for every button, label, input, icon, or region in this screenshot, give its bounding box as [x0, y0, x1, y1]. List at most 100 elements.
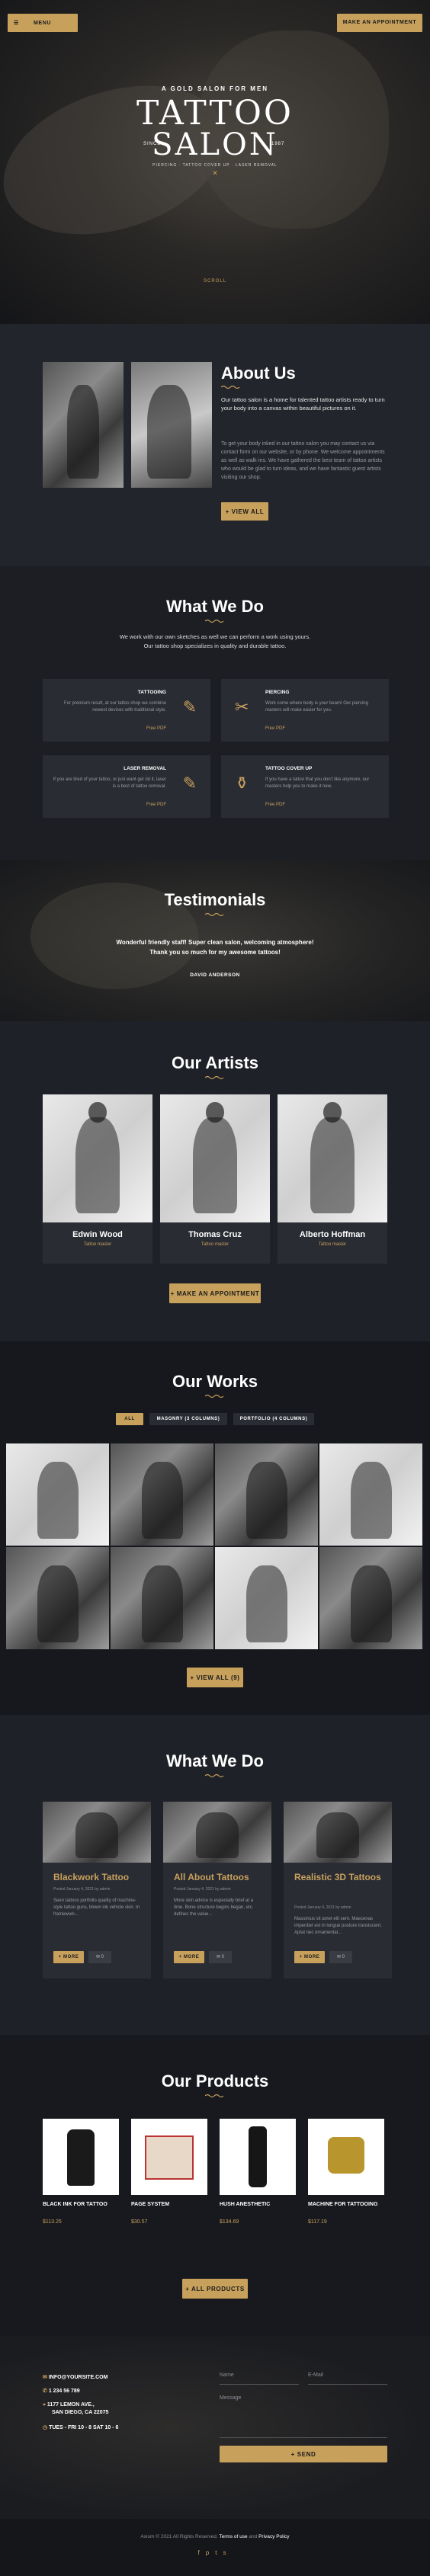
product-card[interactable]: MACHINE FOR TATTOOING $117.19	[308, 2119, 384, 2233]
artist-photo	[160, 1094, 270, 1222]
gallery-item[interactable]	[111, 1547, 213, 1649]
artist-name: Edwin Wood	[72, 1230, 123, 1239]
tattoo-machine-icon: ✎	[182, 774, 197, 793]
hero: ☰ MENU MAKE AN APPOINTMENT A GOLD SALON F…	[0, 0, 430, 324]
all-products-button[interactable]: + ALL PRODUCTS	[182, 2279, 248, 2299]
about-section: About Us Our tattoo salon is a home for …	[0, 324, 430, 566]
services-intro-2: Our tattoo shop specializes in quality a…	[143, 642, 287, 649]
testimonial-author: DAVID ANDERSON	[190, 972, 240, 978]
testimonial-quote-2: Thank you so much for my awesome tattoos…	[149, 949, 281, 956]
menu-button[interactable]: ☰ MENU	[8, 14, 78, 32]
mail-icon: ✉	[43, 2375, 49, 2380]
artist-role: Tattoo master	[83, 1242, 112, 1247]
product-shape	[249, 2126, 267, 2187]
service-link[interactable]: Free PDF	[52, 726, 166, 731]
blog-title: What We Do	[166, 1751, 264, 1770]
services-section: What We Do We work with our own sketches…	[0, 566, 430, 860]
comment-icon: ✉	[216, 1955, 222, 1959]
blog-more-button[interactable]: + MORE	[174, 1951, 204, 1963]
works-section: Our Works ALL MASONRY (3 COLUMNS) PORTFO…	[0, 1341, 430, 1715]
artists-appointment-button[interactable]: + MAKE AN APPOINTMENT	[169, 1283, 261, 1303]
skype-icon[interactable]: s	[223, 2549, 232, 2556]
product-card[interactable]: BLACK INK FOR TATTOO $113.25	[43, 2119, 119, 2233]
comment-icon: ✉	[336, 1955, 342, 1959]
contact-email[interactable]: ✉ INFO@YOURSITE.COM	[43, 2374, 108, 2380]
gallery-item[interactable]	[6, 1443, 109, 1546]
blog-post-title[interactable]: Blackwork Tattoo	[53, 1872, 143, 1882]
privacy-link[interactable]: Privacy Policy	[258, 2534, 289, 2539]
twitter-icon[interactable]: t	[215, 2549, 223, 2556]
product-name: PAGE SYSTEM	[131, 2202, 170, 2207]
product-card[interactable]: PAGE SYSTEM $30.57	[131, 2119, 207, 2233]
gallery-item[interactable]	[319, 1547, 422, 1649]
product-image	[308, 2119, 384, 2195]
comment-count[interactable]: ✉ 0	[209, 1951, 232, 1963]
footer-copyright: Axiom © 2021 All Rights Reserved. Terms …	[140, 2534, 290, 2539]
email-field[interactable]: E-Mail	[308, 2369, 387, 2385]
hero-year: 1987	[271, 142, 285, 146]
service-text: Work come where body is your beam! Our p…	[265, 701, 368, 713]
artist-head	[206, 1102, 224, 1123]
divider-ornament	[205, 1075, 224, 1080]
crossed-tools-icon: ✕	[212, 169, 218, 177]
comment-count[interactable]: ✉ 0	[88, 1951, 111, 1963]
works-filter-all[interactable]: ALL	[116, 1413, 143, 1425]
terms-link[interactable]: Terms of use	[219, 2534, 247, 2539]
artist-card[interactable]: Alberto Hoffman Tattoo master	[278, 1094, 387, 1264]
facebook-icon[interactable]: f	[198, 2549, 206, 2556]
gallery-figure	[37, 1462, 79, 1539]
hamburger-icon: ☰	[14, 21, 19, 26]
works-filter-masonry[interactable]: MASONRY (3 COLUMNS)	[149, 1413, 227, 1425]
appointment-button[interactable]: MAKE AN APPOINTMENT	[337, 14, 422, 32]
message-field[interactable]: Message	[220, 2392, 387, 2438]
works-view-all-button[interactable]: + VIEW ALL (9)	[187, 1668, 243, 1687]
service-card: ✂ PIERCING Work come where body is your be…	[221, 679, 389, 742]
about-photo-2	[131, 362, 212, 488]
contact-address: ⌖ 1177 LEMON AVE., SAN DIEGO, CA 22075	[43, 2402, 109, 2415]
gallery-item[interactable]	[6, 1547, 109, 1649]
gallery-item[interactable]	[319, 1443, 422, 1546]
service-link[interactable]: Free PDF	[265, 803, 380, 807]
product-card[interactable]: HUSH ANESTHETIC $134.69	[220, 2119, 296, 2233]
product-price: $134.69	[220, 2219, 239, 2225]
artist-head	[323, 1102, 342, 1123]
blog-more-button[interactable]: + MORE	[294, 1951, 325, 1963]
blog-more-button[interactable]: + MORE	[53, 1951, 84, 1963]
divider-ornament	[205, 2094, 224, 2098]
gallery-item[interactable]	[111, 1443, 213, 1546]
blog-photo[interactable]	[43, 1802, 151, 1863]
product-name: MACHINE FOR TATTOOING	[308, 2202, 378, 2207]
clock-icon: ◷	[43, 2425, 50, 2430]
artist-photo	[278, 1094, 387, 1222]
gallery-item[interactable]	[215, 1547, 318, 1649]
contact-phone[interactable]: ✆ 1 234 56 789	[43, 2388, 80, 2394]
phone-icon: ✆	[43, 2389, 49, 2394]
name-field[interactable]: Name	[220, 2369, 299, 2385]
send-button[interactable]: + SEND	[220, 2446, 387, 2462]
works-filter-portfolio[interactable]: PORTFOLIO (4 COLUMNS)	[233, 1413, 314, 1425]
gallery-figure	[141, 1565, 183, 1642]
blog-post-title[interactable]: Realistic 3D Tattoos	[294, 1872, 384, 1882]
divider-ornament	[205, 619, 224, 623]
scroll-link[interactable]: SCROLL	[0, 279, 430, 284]
service-link[interactable]: Free PDF	[52, 803, 166, 807]
artist-card[interactable]: Thomas Cruz Tattoo master	[160, 1094, 270, 1264]
about-view-all-button[interactable]: + VIEW ALL	[221, 502, 268, 521]
comment-count[interactable]: ✉ 0	[329, 1951, 352, 1963]
hero-tagline: A GOLD SALON FOR MEN	[161, 85, 269, 92]
pinterest-icon[interactable]: p	[206, 2549, 215, 2556]
product-shape	[145, 2135, 194, 2180]
artist-name: Alberto Hoffman	[299, 1230, 366, 1239]
blog-post-title[interactable]: All About Tattoos	[174, 1872, 264, 1882]
service-link[interactable]: Free PDF	[265, 726, 380, 731]
gallery-figure	[350, 1565, 392, 1642]
artist-name: Thomas Cruz	[188, 1230, 242, 1239]
gallery-figure	[245, 1565, 287, 1642]
contact-hours: ◷ TUES - FRI 10 - 8 SAT 10 - 6	[43, 2425, 119, 2430]
blog-photo[interactable]	[284, 1802, 392, 1863]
gallery-item[interactable]	[215, 1443, 318, 1546]
gallery-figure	[37, 1565, 79, 1642]
artist-card[interactable]: Edwin Wood Tattoo master	[43, 1094, 152, 1264]
artist-figure	[75, 1117, 120, 1214]
blog-photo[interactable]	[163, 1802, 271, 1863]
